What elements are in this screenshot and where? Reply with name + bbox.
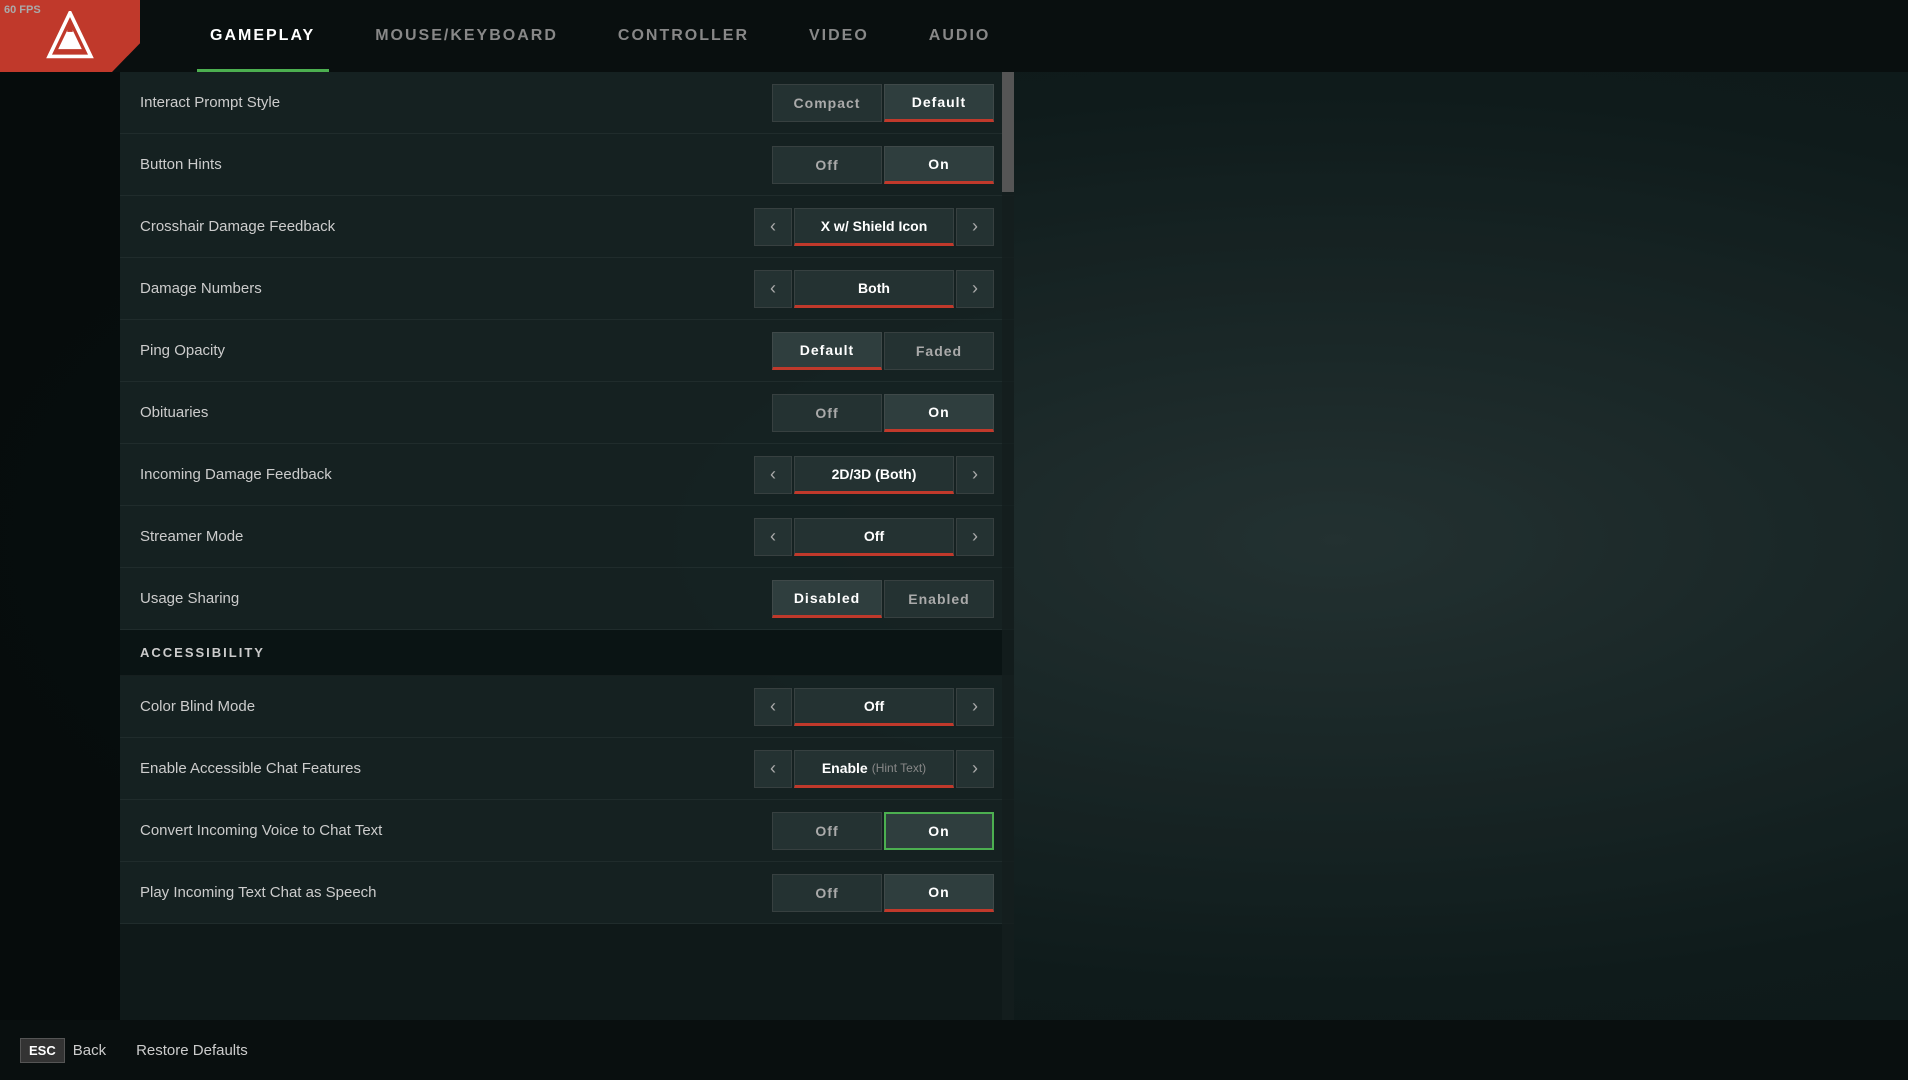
setting-incoming-damage: Incoming Damage Feedback ‹ 2D/3D (Both) … <box>120 444 1014 506</box>
esc-key-label: ESC <box>20 1038 65 1063</box>
label-interact-prompt-style: Interact Prompt Style <box>140 94 772 111</box>
btn-obit-on[interactable]: On <box>884 394 994 432</box>
tab-mouse-keyboard[interactable]: MOUSE/KEYBOARD <box>345 0 588 72</box>
left-panel <box>0 72 120 1020</box>
back-button[interactable]: ESC Back <box>20 1038 106 1063</box>
label-ping-opacity: Ping Opacity <box>140 342 772 359</box>
right-panel <box>1014 72 1908 1020</box>
chevron-left-streamer[interactable]: ‹ <box>754 518 792 556</box>
label-text-as-speech: Play Incoming Text Chat as Speech <box>140 884 772 901</box>
setting-usage-sharing: Usage Sharing Disabled Enabled <box>120 568 1014 630</box>
tab-video[interactable]: VIDEO <box>779 0 899 72</box>
label-crosshair-damage: Crosshair Damage Feedback <box>140 218 754 235</box>
setting-accessible-chat: Enable Accessible Chat Features ‹ Enable… <box>120 738 1014 800</box>
setting-text-as-speech: Play Incoming Text Chat as Speech Off On <box>120 862 1014 924</box>
setting-button-hints: Button Hints Off On <box>120 134 1014 196</box>
value-incoming-damage: 2D/3D (Both) <box>794 456 954 494</box>
section-accessibility: ACCESSIBILITY <box>120 630 1014 676</box>
label-incoming-damage: Incoming Damage Feedback <box>140 466 754 483</box>
label-button-hints: Button Hints <box>140 156 772 173</box>
btn-ping-default[interactable]: Default <box>772 332 882 370</box>
control-incoming-damage: ‹ 2D/3D (Both) › <box>754 456 994 494</box>
chevron-right-crosshair[interactable]: › <box>956 208 994 246</box>
restore-label: Restore Defaults <box>136 1042 248 1059</box>
value-crosshair-damage: X w/ Shield Icon <box>794 208 954 246</box>
settings-panel: Interact Prompt Style Compact Default Bu… <box>120 72 1014 1020</box>
value-damage-numbers: Both <box>794 270 954 308</box>
accessible-chat-hint: (Hint Text) <box>872 761 926 775</box>
control-text-as-speech: Off On <box>772 874 994 912</box>
chevron-right-chat[interactable]: › <box>956 750 994 788</box>
top-bar: 60 FPS GAMEPLAY MOUSE/KEYBOARD CONTROLLE… <box>0 0 1908 72</box>
settings-list: Interact Prompt Style Compact Default Bu… <box>120 72 1014 924</box>
btn-voice-on[interactable]: On <box>884 812 994 850</box>
control-interact-prompt-style: Compact Default <box>772 84 994 122</box>
label-damage-numbers: Damage Numbers <box>140 280 754 297</box>
bottom-bar: ESC Back Restore Defaults <box>0 1020 1908 1080</box>
control-usage-sharing: Disabled Enabled <box>772 580 994 618</box>
btn-interact-default[interactable]: Default <box>884 84 994 122</box>
tab-audio[interactable]: AUDIO <box>899 0 1021 72</box>
label-color-blind: Color Blind Mode <box>140 698 754 715</box>
btn-hints-on[interactable]: On <box>884 146 994 184</box>
chevron-left-incoming[interactable]: ‹ <box>754 456 792 494</box>
setting-streamer-mode: Streamer Mode ‹ Off › <box>120 506 1014 568</box>
chevron-right-damage[interactable]: › <box>956 270 994 308</box>
value-color-blind: Off <box>794 688 954 726</box>
main-content: Interact Prompt Style Compact Default Bu… <box>0 72 1908 1020</box>
label-obituaries: Obituaries <box>140 404 772 421</box>
control-damage-numbers: ‹ Both › <box>754 270 994 308</box>
accessible-chat-main-value: Enable <box>822 760 868 776</box>
control-streamer-mode: ‹ Off › <box>754 518 994 556</box>
ui-root: 60 FPS GAMEPLAY MOUSE/KEYBOARD CONTROLLE… <box>0 0 1908 1080</box>
setting-crosshair-damage: Crosshair Damage Feedback ‹ X w/ Shield … <box>120 196 1014 258</box>
restore-defaults-button[interactable]: Restore Defaults <box>136 1042 248 1059</box>
control-obituaries: Off On <box>772 394 994 432</box>
control-crosshair-damage: ‹ X w/ Shield Icon › <box>754 208 994 246</box>
setting-interact-prompt-style: Interact Prompt Style Compact Default <box>120 72 1014 134</box>
btn-speech-on[interactable]: On <box>884 874 994 912</box>
chevron-right-colorblind[interactable]: › <box>956 688 994 726</box>
setting-ping-opacity: Ping Opacity Default Faded <box>120 320 1014 382</box>
btn-obit-off[interactable]: Off <box>772 394 882 432</box>
chevron-left-colorblind[interactable]: ‹ <box>754 688 792 726</box>
setting-voice-to-text: Convert Incoming Voice to Chat Text Off … <box>120 800 1014 862</box>
setting-obituaries: Obituaries Off On <box>120 382 1014 444</box>
back-label: Back <box>73 1042 106 1059</box>
tab-controller[interactable]: CONTROLLER <box>588 0 779 72</box>
btn-sharing-disabled[interactable]: Disabled <box>772 580 882 618</box>
btn-ping-faded[interactable]: Faded <box>884 332 994 370</box>
setting-color-blind: Color Blind Mode ‹ Off › <box>120 676 1014 738</box>
label-streamer-mode: Streamer Mode <box>140 528 754 545</box>
fps-badge: 60 FPS <box>4 4 41 16</box>
label-voice-to-text: Convert Incoming Voice to Chat Text <box>140 822 772 839</box>
control-accessible-chat: ‹ Enable (Hint Text) › <box>754 750 994 788</box>
btn-speech-off[interactable]: Off <box>772 874 882 912</box>
nav-tabs: GAMEPLAY MOUSE/KEYBOARD CONTROLLER VIDEO… <box>180 0 1020 72</box>
chevron-left-damage[interactable]: ‹ <box>754 270 792 308</box>
chevron-right-incoming[interactable]: › <box>956 456 994 494</box>
value-streamer-mode: Off <box>794 518 954 556</box>
accessibility-title: ACCESSIBILITY <box>140 645 265 660</box>
control-button-hints: Off On <box>772 146 994 184</box>
setting-damage-numbers: Damage Numbers ‹ Both › <box>120 258 1014 320</box>
btn-hints-off[interactable]: Off <box>772 146 882 184</box>
chevron-left-crosshair[interactable]: ‹ <box>754 208 792 246</box>
control-ping-opacity: Default Faded <box>772 332 994 370</box>
apex-logo-icon <box>45 11 95 61</box>
scrollbar-track <box>1002 72 1014 1020</box>
control-color-blind: ‹ Off › <box>754 688 994 726</box>
label-accessible-chat: Enable Accessible Chat Features <box>140 760 754 777</box>
scrollbar-thumb[interactable] <box>1002 72 1014 192</box>
label-usage-sharing: Usage Sharing <box>140 590 772 607</box>
chevron-right-streamer[interactable]: › <box>956 518 994 556</box>
btn-voice-off[interactable]: Off <box>772 812 882 850</box>
value-accessible-chat: Enable (Hint Text) <box>794 750 954 788</box>
btn-interact-compact[interactable]: Compact <box>772 84 882 122</box>
chevron-left-chat[interactable]: ‹ <box>754 750 792 788</box>
btn-sharing-enabled[interactable]: Enabled <box>884 580 994 618</box>
tab-gameplay[interactable]: GAMEPLAY <box>180 0 345 72</box>
control-voice-to-text: Off On <box>772 812 994 850</box>
